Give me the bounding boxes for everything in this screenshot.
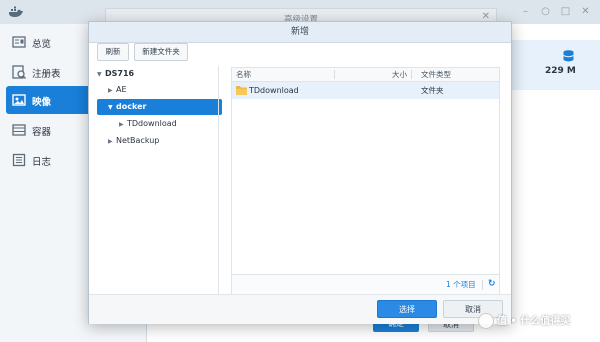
chevron-down-icon[interactable]: ▼ bbox=[108, 100, 116, 116]
watermark-logo-icon bbox=[478, 313, 494, 329]
table-row[interactable]: TDdownload 文件夹 bbox=[232, 82, 499, 99]
tree-node-ae[interactable]: ▶ AE bbox=[108, 82, 213, 98]
tree-node-docker[interactable]: ▼ docker bbox=[97, 99, 222, 115]
refresh-icon[interactable]: ↻ bbox=[488, 280, 497, 289]
maximize-icon[interactable]: □ bbox=[560, 6, 571, 17]
column-separator[interactable] bbox=[334, 70, 335, 79]
file-list: 名称 大小 文件类型 TDdownload 文件夹 1 个项目 ↻ bbox=[231, 67, 500, 294]
item-count: 1 个项目 bbox=[446, 280, 476, 289]
file-name: TDdownload bbox=[249, 86, 299, 95]
column-header-name[interactable]: 名称 bbox=[236, 68, 251, 81]
database-icon bbox=[563, 50, 574, 62]
image-icon bbox=[12, 94, 26, 106]
chevron-right-icon[interactable]: ▶ bbox=[108, 134, 116, 150]
tree-node-label: AE bbox=[116, 85, 127, 94]
column-separator[interactable] bbox=[411, 70, 412, 79]
sidebar-item-label: 映像 bbox=[32, 97, 52, 108]
chevron-down-icon[interactable]: ▼ bbox=[97, 67, 105, 83]
watermark-text: 值 • 什么值得买 bbox=[497, 316, 571, 327]
select-button[interactable]: 选择 bbox=[377, 300, 437, 318]
minimize-icon[interactable]: – bbox=[520, 6, 531, 17]
sidebar-item-label: 日志 bbox=[32, 157, 52, 168]
tree-node-label: NetBackup bbox=[116, 136, 160, 145]
tree-node-tddownload[interactable]: ▶ TDdownload bbox=[119, 116, 214, 132]
chevron-right-icon[interactable]: ▶ bbox=[108, 83, 116, 99]
tree-node-label: DS716 bbox=[105, 69, 135, 78]
docker-logo-icon bbox=[9, 6, 23, 17]
sidebar-item-label: 注册表 bbox=[32, 69, 61, 80]
container-icon bbox=[12, 124, 26, 136]
file-type: 文件夹 bbox=[421, 86, 444, 95]
chevron-right-icon[interactable]: ▶ bbox=[119, 117, 127, 133]
tree-node-netbackup[interactable]: ▶ NetBackup bbox=[108, 133, 213, 149]
new-folder-button[interactable]: 新建文件夹 bbox=[134, 43, 188, 61]
tree-node-root[interactable]: ▼ DS716 bbox=[97, 66, 215, 82]
registry-icon bbox=[12, 65, 26, 79]
pin-icon[interactable]: ○ bbox=[540, 6, 551, 17]
tree-node-label: TDdownload bbox=[127, 119, 177, 128]
log-icon bbox=[12, 153, 26, 167]
watermark: 值 • 什么值得买 bbox=[478, 312, 570, 329]
storage-size: 229 M bbox=[545, 66, 576, 76]
footer-separator bbox=[482, 280, 483, 290]
dialog-footer: 选择 取消 bbox=[89, 294, 511, 324]
column-header-size[interactable]: 大小 bbox=[392, 68, 407, 81]
overview-icon bbox=[12, 36, 26, 48]
sidebar-item-label: 容器 bbox=[32, 127, 52, 138]
dialog-title: 新增 bbox=[290, 27, 309, 37]
tree-node-label: docker bbox=[116, 102, 147, 111]
column-header-type[interactable]: 文件类型 bbox=[421, 68, 451, 81]
dialog-titlebar: 新增 bbox=[89, 22, 511, 43]
folder-icon bbox=[236, 86, 247, 95]
file-list-header: 名称 大小 文件类型 bbox=[232, 68, 499, 82]
folder-picker-dialog: 新增 刷新 新建文件夹 ▼ DS716 ▶ AE ▼ docker ▶ TDdownlo… bbox=[88, 21, 512, 324]
sidebar-item-label: 总览 bbox=[32, 39, 52, 50]
close-icon[interactable]: ✕ bbox=[580, 6, 591, 17]
refresh-button[interactable]: 刷新 bbox=[97, 43, 129, 61]
file-list-footer: 1 个项目 ↻ bbox=[232, 274, 499, 294]
pane-divider[interactable] bbox=[218, 66, 219, 294]
folder-tree: ▼ DS716 ▶ AE ▼ docker ▶ TDdownload ▶ NetBacku… bbox=[90, 66, 222, 290]
